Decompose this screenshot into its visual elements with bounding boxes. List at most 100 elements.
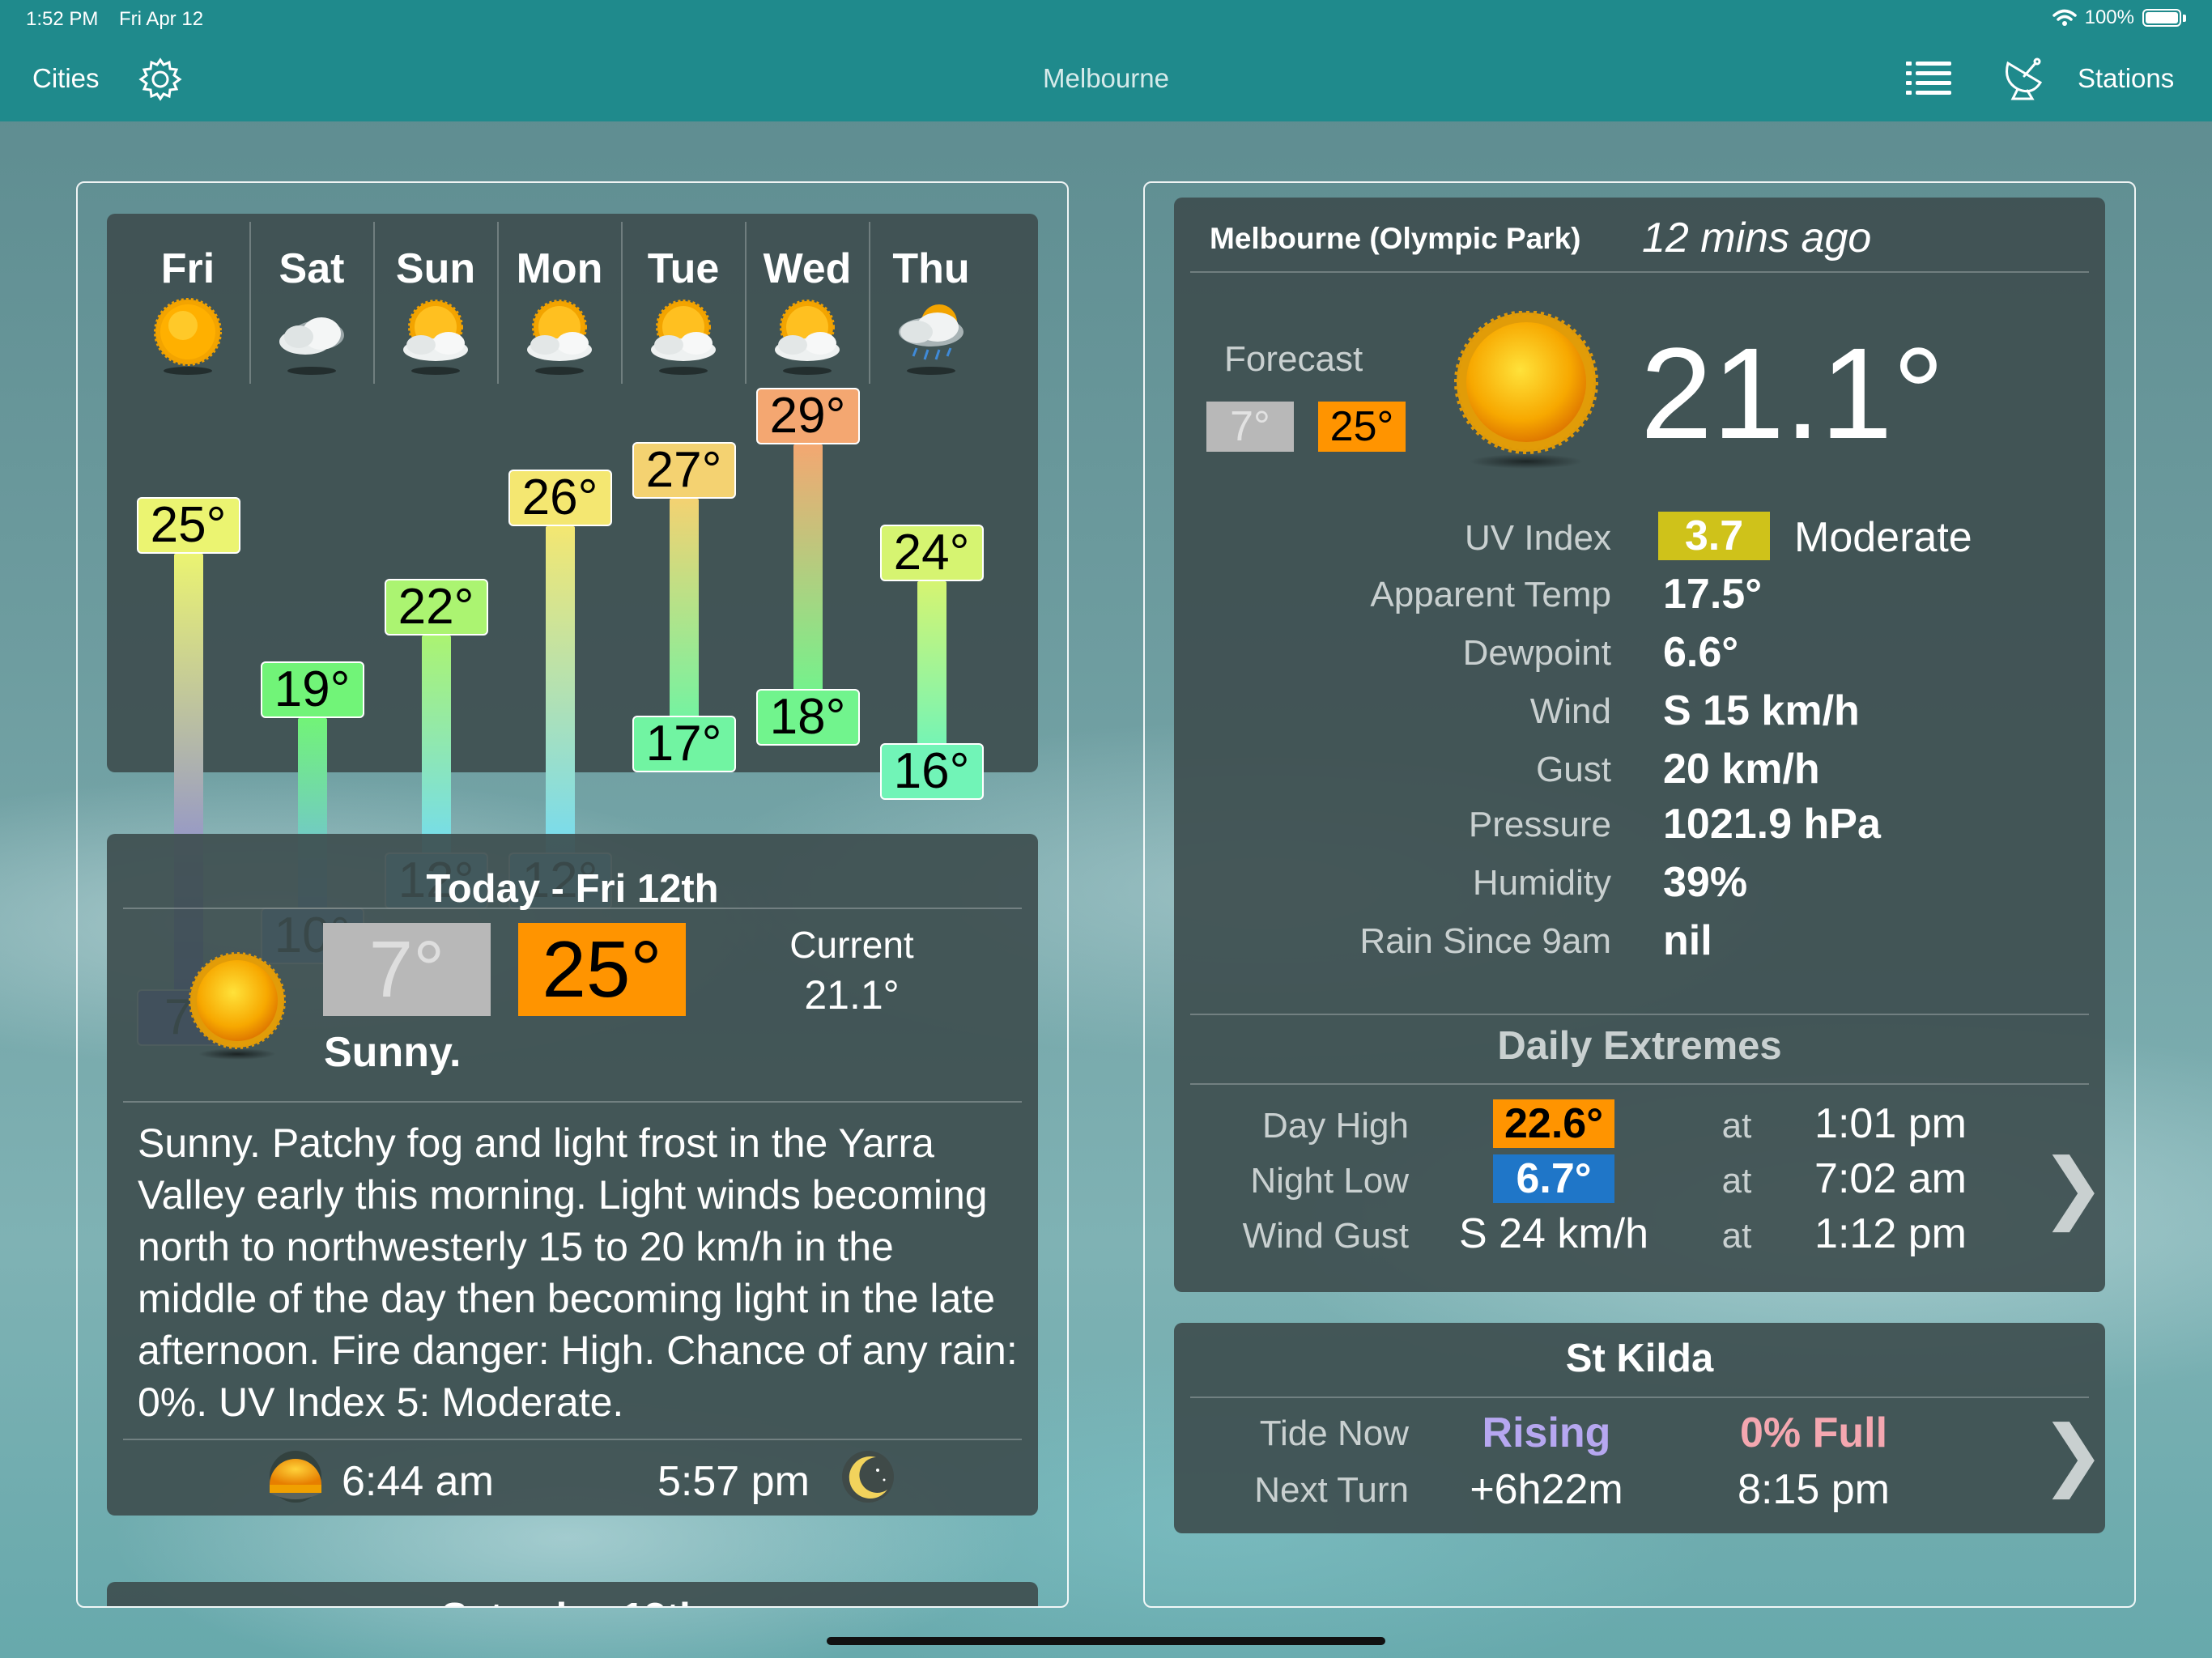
low-temp-label: 17° [632,716,736,773]
status-date: Fri Apr 12 [119,8,204,30]
forecast-day-tue[interactable]: Tue [622,214,745,408]
day-name: Tue [647,245,720,292]
day-name: Thu [892,245,970,292]
column-divider [621,222,623,384]
high-temp-label: 25° [136,497,240,554]
column-divider [497,222,499,384]
tide-card[interactable]: St Kilda Tide Now Rising 0% Full Next Tu… [1174,1323,2105,1533]
obs-label: Apparent Temp [1370,575,1611,614]
next-turn-in: +6h22m [1470,1466,1623,1513]
extreme-at: at [1721,1161,1752,1201]
current-temp: 21.1° [1640,321,1945,466]
divider [123,1101,1022,1103]
extreme-time: 1:01 pm [1814,1100,1967,1147]
forecast-day-fri[interactable]: Fri [126,214,249,408]
sunny-icon [189,952,286,1060]
obs-label: UV Index [1465,518,1611,558]
station-updated: 12 mins ago [1642,215,1872,261]
extremes-title: Daily Extremes [1497,1024,1782,1068]
day-name: Wed [763,245,852,292]
current-label: Current [789,924,914,966]
obs-label: Gust [1536,750,1611,789]
extreme-label: Day High [1262,1106,1409,1146]
sunrise-icon [270,1451,321,1503]
temperature-range-bar [421,636,451,861]
divider [1190,1397,2089,1398]
obs-value: 6.6° [1663,629,1739,676]
tide-chevron-icon[interactable]: ❯ [2040,1409,2105,1499]
temperature-range-bar [545,526,575,861]
extreme-label: Wind Gust [1242,1216,1409,1256]
partly-cloudy-icon [775,300,840,375]
sunny-icon [154,298,222,375]
satellite-dish-icon[interactable] [2000,53,2045,102]
obs-value: nil [1663,917,1712,964]
forecast-day-sun[interactable]: Sun [374,214,497,408]
obs-value: 1021.9 hPa [1663,801,1881,848]
stations-button[interactable]: Stations [2078,63,2174,94]
cloudy-icon [279,317,344,375]
divider [1190,1014,2089,1015]
extreme-at: at [1721,1216,1752,1256]
temperature-range-bar [917,580,946,752]
extreme-time: 7:02 am [1814,1155,1967,1202]
weekly-forecast-card[interactable]: Fri25°7°Sat19°10°Sun22°12°Mon26°12°Tue27… [107,214,1038,1047]
nav-title: Melbourne [1043,63,1169,93]
obs-value: 39% [1663,859,1748,906]
status-right: 100% [2052,6,2186,29]
forecast-description: Sunny. Patchy fog and light frost in the… [138,1120,1018,1425]
extreme-value: 22.6° [1493,1099,1614,1148]
column-divider [249,222,251,384]
today-high-box: 25° [518,923,686,1016]
extreme-label: Night Low [1250,1161,1409,1201]
tide-now-label: Tide Now [1259,1414,1409,1453]
next-day-card[interactable]: Saturday 13th [107,1582,1038,1606]
extreme-time: 1:12 pm [1814,1210,1967,1257]
obs-label: Pressure [1468,805,1611,844]
next-turn-time: 8:15 pm [1738,1466,1890,1513]
day-name: Sat [279,245,345,292]
divider [1190,1083,2089,1085]
tide-fullness: 0% Full [1739,1409,1888,1456]
obs-value: 3.7 [1658,512,1770,560]
low-temp-label: 18° [755,688,860,746]
forecast-day-wed[interactable]: Wed [746,214,869,408]
extremes-chevron-icon[interactable]: ❯ [2040,1141,2105,1232]
next-day-title: Saturday 13th [107,1595,1038,1606]
high-temp-label: 29° [755,387,860,444]
list-icon[interactable] [1904,58,1953,99]
current-value: 21.1° [804,972,900,1018]
high-temp-label: 27° [632,442,736,500]
forecast-day-sat[interactable]: Sat [250,214,373,408]
day-name: Sun [395,245,476,292]
home-indicator[interactable] [827,1637,1385,1645]
obs-value: S 15 km/h [1663,687,1860,734]
temperature-range-bar [669,499,699,725]
forecast-day-thu[interactable]: Thu [870,214,993,408]
left-panel: Fri25°7°Sat19°10°Sun22°12°Mon26°12°Tue27… [76,181,1069,1608]
column-divider [869,222,870,384]
forecast-day-mon[interactable]: Mon [498,214,621,408]
partly-cloudy-icon [527,300,592,375]
tide-title: St Kilda [1565,1337,1714,1380]
divider [1190,271,2089,273]
next-turn-label: Next Turn [1254,1470,1409,1510]
today-card[interactable]: Today - Fri 12th 7° 25° Current 21.1° Su… [107,834,1038,1516]
low-temp-label: 16° [879,743,984,801]
today-low-box: 7° [323,923,491,1016]
obs-label: Rain Since 9am [1359,921,1611,961]
extreme-value: 6.7° [1493,1154,1614,1203]
partly-cloudy-icon [403,300,468,375]
divider [123,908,1022,909]
wifi-icon [2052,9,2077,26]
station-card[interactable]: Melbourne (Olympic Park) 12 mins ago For… [1174,198,2105,1292]
partly-cloudy-icon [651,300,716,375]
forecast-high-box: 25° [1318,402,1406,452]
obs-value: 17.5° [1663,571,1763,618]
uv-category: Moderate [1794,514,1972,561]
obs-label: Dewpoint [1462,633,1611,673]
today-title: Today - Fri 12th [426,867,719,911]
high-temp-label: 24° [879,524,984,581]
battery-percent: 100% [2084,6,2134,28]
showers-icon [899,304,963,375]
